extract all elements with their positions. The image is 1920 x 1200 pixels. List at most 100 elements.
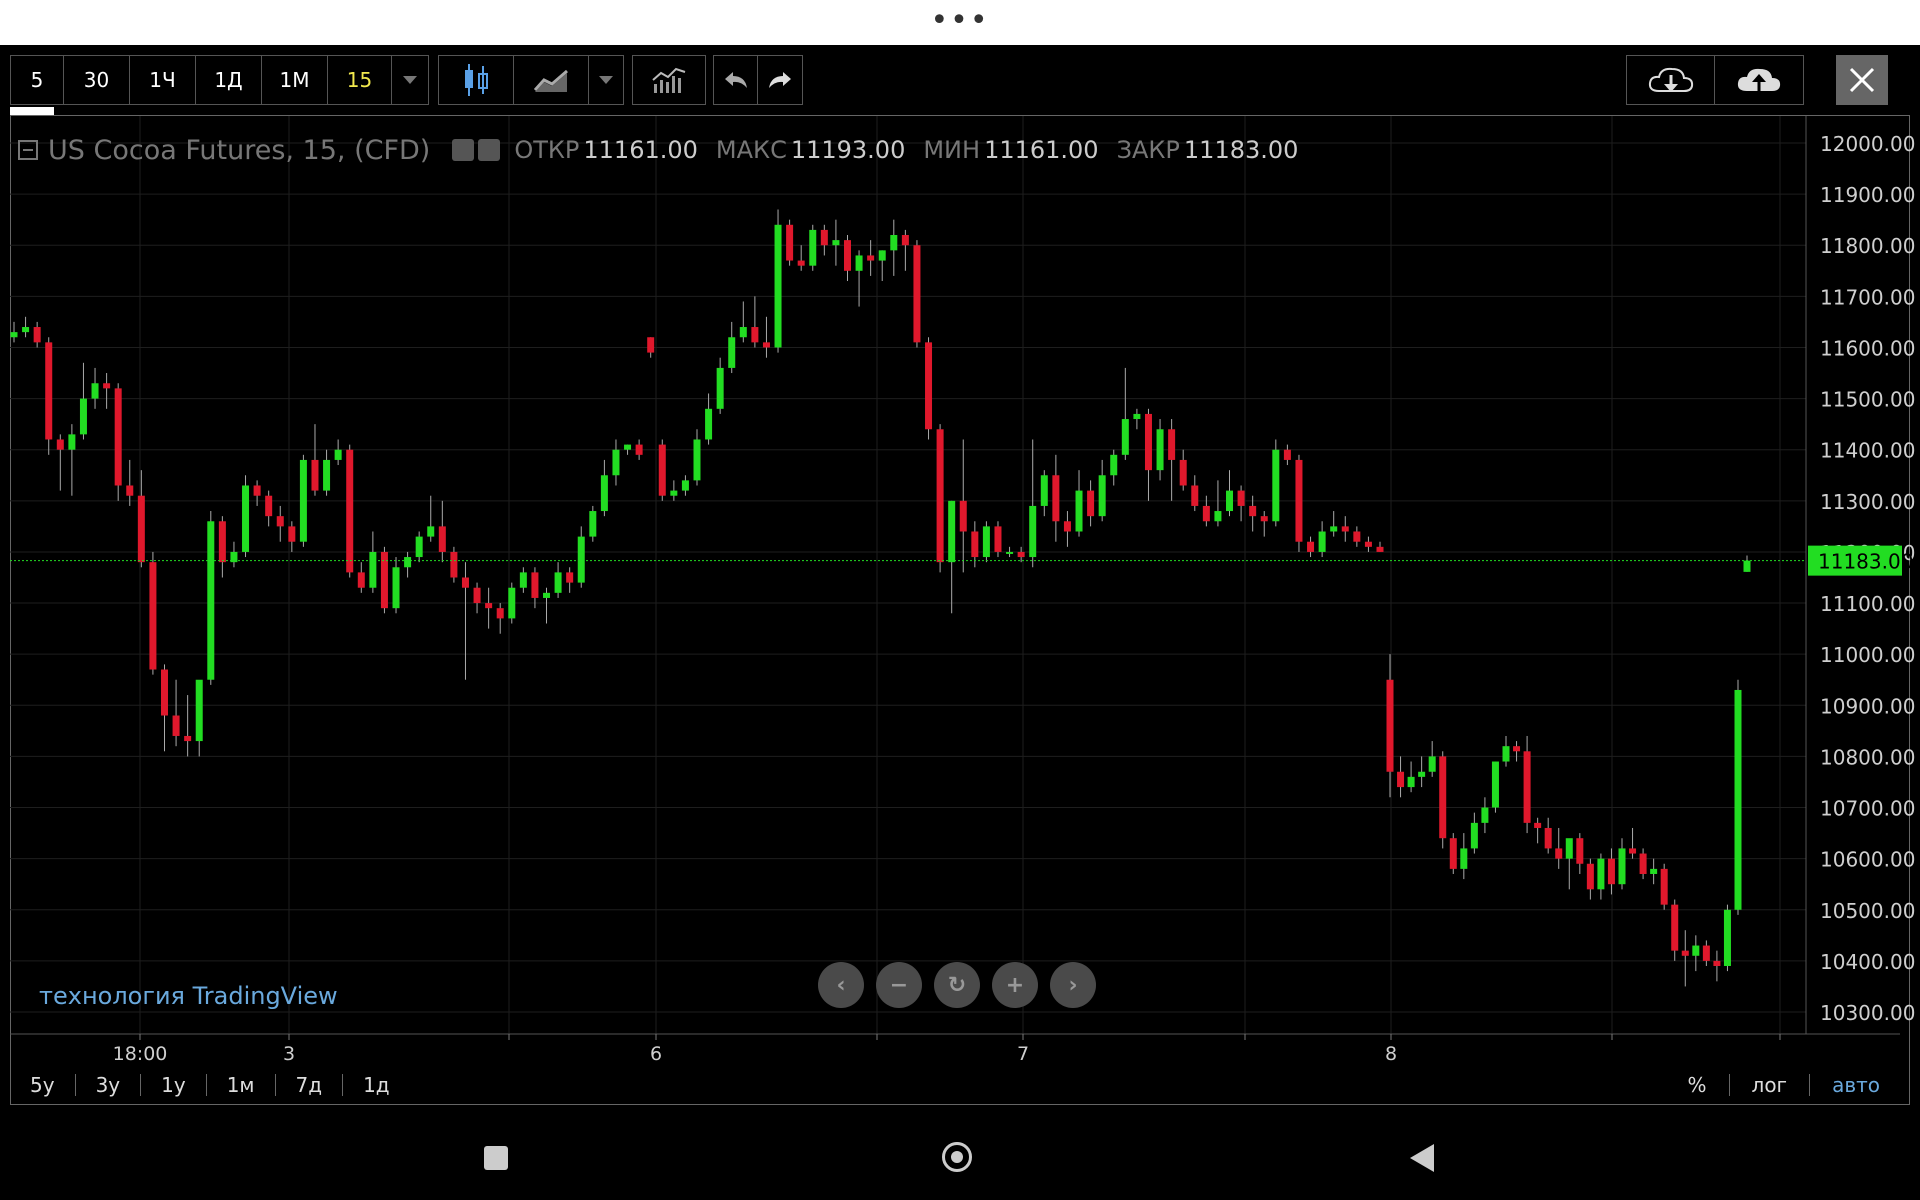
candle-body [1179, 459, 1187, 486]
tradingview-watermark[interactable]: технология TradingView [39, 982, 338, 1010]
candle-body [531, 572, 539, 598]
candle-body [589, 511, 597, 537]
candle-body [79, 398, 87, 435]
last-price-label: 11183.00 [1818, 550, 1913, 574]
range-1d[interactable]: 1д [343, 1074, 410, 1096]
candle-body [901, 235, 909, 246]
candle-body [554, 572, 562, 593]
candle-body [1376, 546, 1384, 552]
candle-body [346, 449, 354, 573]
candle-body [577, 536, 585, 583]
candle-body [1006, 551, 1014, 554]
zoom-in-icon[interactable]: + [992, 962, 1038, 1008]
candle-body [508, 587, 516, 619]
candle-body [1481, 807, 1489, 823]
scale-auto[interactable]: авто [1809, 1074, 1902, 1096]
candle-body [1407, 776, 1415, 788]
price-tick-label: 10600.00 [1820, 848, 1915, 872]
candle-body [1439, 756, 1447, 839]
time-tick-label: 3 [283, 1043, 295, 1065]
candle-body [218, 521, 226, 563]
high-label: МАКС [715, 136, 787, 164]
open-label: ОТКР [514, 136, 580, 164]
eye-icon[interactable] [452, 139, 475, 161]
time-axis: 18:00 3 6 7 8 [10, 1033, 1900, 1065]
range-1m[interactable]: 1м [207, 1074, 276, 1096]
time-tick-label: 18:00 [113, 1043, 168, 1065]
scroll-right-icon[interactable]: › [1050, 962, 1096, 1008]
candle-body [1449, 838, 1457, 869]
candle-body [1017, 551, 1025, 558]
range-1y[interactable]: 1y [141, 1074, 207, 1096]
range-7d[interactable]: 7д [276, 1074, 344, 1096]
settings-icon[interactable] [478, 139, 501, 161]
candle-body [1502, 746, 1510, 762]
candle-body [253, 485, 261, 496]
candle-body [415, 536, 423, 558]
candle-body [1618, 848, 1626, 885]
candlestick-chart[interactable]: 12000.00 11900.00 11800.00 11700.00 11600.00… [0, 0, 1920, 1200]
range-5y[interactable]: 5y [10, 1074, 76, 1096]
price-tick-label: 11900.00 [1820, 183, 1915, 207]
candle-body [1491, 761, 1499, 808]
candle-body [1260, 516, 1268, 522]
candle-body [404, 557, 412, 568]
reset-icon[interactable]: ↻ [934, 962, 980, 1008]
candle-body [739, 327, 747, 338]
candle-body [1702, 945, 1710, 961]
candle-body [1734, 689, 1742, 910]
candle-body [427, 526, 435, 537]
recents-icon[interactable] [484, 1146, 508, 1170]
candle-body [647, 337, 655, 353]
candle-body [1318, 531, 1326, 552]
candle-body [948, 500, 956, 563]
candle-body [1307, 541, 1315, 552]
candle-body [1534, 822, 1542, 828]
candle-body [878, 250, 886, 261]
scroll-left-icon[interactable]: ‹ [818, 962, 864, 1008]
chart-legend: US Cocoa Futures, 15, (CFD) ОТКР 11161.0… [18, 133, 1316, 167]
candle-body [1576, 838, 1584, 864]
candle-body [762, 342, 770, 348]
candle-body [1249, 505, 1257, 517]
candle-body [311, 459, 319, 491]
candle-body [126, 485, 134, 496]
candle-body [1565, 838, 1573, 859]
candle-body [1052, 475, 1060, 522]
candle-body [1397, 771, 1405, 788]
chart-grid [10, 116, 1806, 1034]
range-3y[interactable]: 3y [76, 1074, 142, 1096]
open-value: 11161.00 [583, 136, 698, 164]
candle-body [1650, 868, 1658, 874]
back-icon[interactable] [1410, 1144, 1434, 1172]
last-price-line: 11183.00 [10, 545, 1913, 576]
candle-body [160, 669, 168, 716]
candle-body [670, 490, 678, 496]
home-icon[interactable] [942, 1142, 972, 1172]
collapse-legend-icon[interactable] [18, 140, 38, 160]
candle-body [635, 444, 643, 455]
candle-body [299, 459, 307, 542]
candle-body [369, 551, 377, 588]
candle-body [149, 562, 157, 670]
candle-body [971, 531, 979, 558]
candle-body [195, 679, 203, 742]
candles-layer [10, 209, 1751, 987]
candle-body [832, 240, 840, 246]
price-tick-label: 10500.00 [1820, 899, 1915, 923]
candle-body [207, 521, 215, 680]
scale-percent[interactable]: % [1666, 1074, 1729, 1096]
close-label: ЗАКР [1116, 136, 1180, 164]
candle-body [913, 245, 921, 343]
candle-body [1087, 490, 1095, 517]
candle-body [1283, 449, 1291, 460]
scale-log[interactable]: лог [1728, 1074, 1810, 1096]
candle-body [1607, 858, 1615, 885]
candle-body [1341, 526, 1349, 532]
candle-body [137, 495, 145, 563]
candle-body [600, 475, 608, 512]
candle-body [265, 495, 273, 517]
candle-body [705, 408, 713, 440]
zoom-out-icon[interactable]: − [876, 962, 922, 1008]
price-tick-label: 10700.00 [1820, 797, 1915, 821]
